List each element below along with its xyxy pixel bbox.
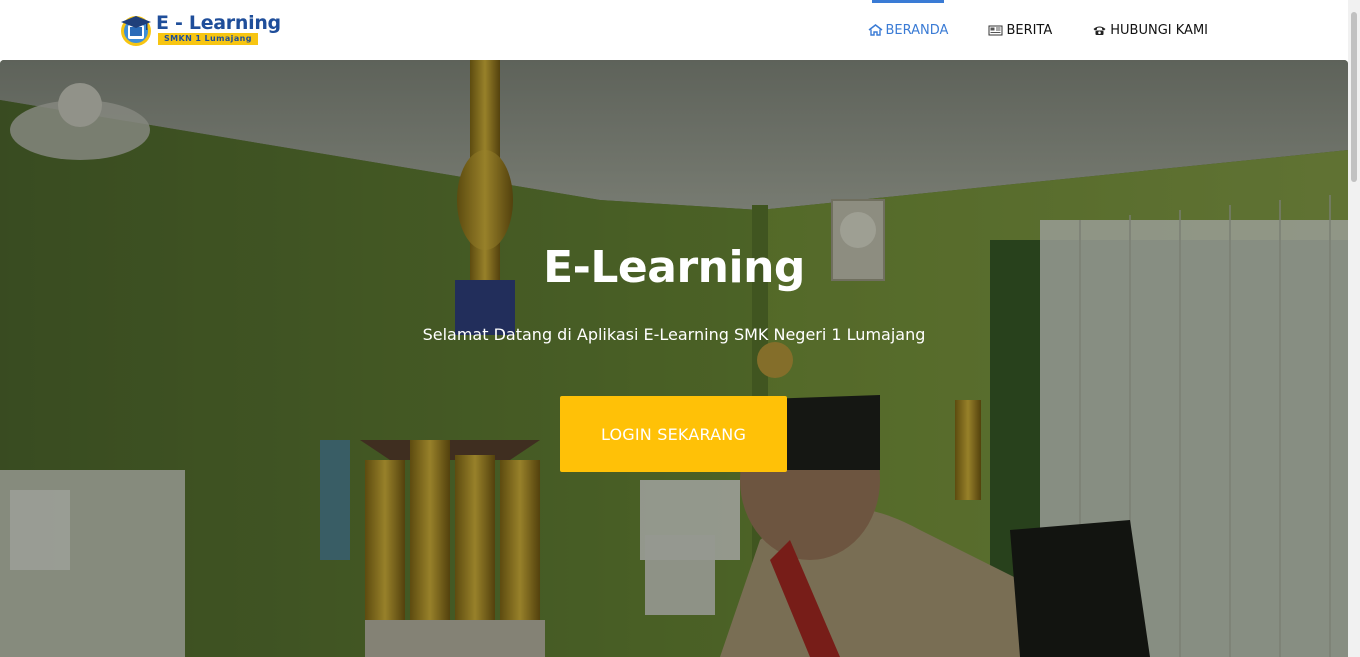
site-logo[interactable]: E - Learning SMKN 1 Lumajang — [118, 11, 281, 48]
newspaper-icon — [988, 24, 1003, 36]
login-button[interactable]: LOGIN SEKARANG — [560, 396, 787, 472]
nav-item-berita[interactable]: BERITA — [988, 0, 1052, 60]
page-scrollbar[interactable] — [1348, 0, 1360, 657]
navbar: E - Learning SMKN 1 Lumajang BERANDA BER… — [0, 0, 1348, 60]
hero-title: E-Learning — [543, 242, 805, 293]
hero-subtitle: Selamat Datang di Aplikasi E-Learning SM… — [422, 325, 926, 344]
logo-subtitle: SMKN 1 Lumajang — [158, 33, 258, 45]
nav-label-berita: BERITA — [1006, 22, 1053, 38]
graduation-emblem-icon — [121, 16, 151, 46]
nav-item-hubungi-kami[interactable]: HUBUNGI KAMI — [1092, 0, 1208, 60]
page: E - Learning SMKN 1 Lumajang BERANDA BER… — [0, 0, 1360, 657]
logo-title: E - Learning — [156, 12, 281, 34]
hero-section: E-Learning Selamat Datang di Aplikasi E-… — [0, 60, 1348, 657]
home-icon — [868, 24, 883, 36]
main-nav: BERANDA BERITA HUBUNGI KAMI — [828, 0, 1208, 60]
nav-label-beranda: BERANDA — [885, 22, 949, 38]
nav-item-beranda[interactable]: BERANDA — [868, 0, 949, 60]
nav-label-hubungi-kami: HUBUNGI KAMI — [1110, 22, 1208, 38]
scrollbar-thumb[interactable] — [1351, 12, 1357, 182]
phone-icon — [1092, 24, 1107, 36]
hero-content: E-Learning Selamat Datang di Aplikasi E-… — [0, 60, 1348, 657]
